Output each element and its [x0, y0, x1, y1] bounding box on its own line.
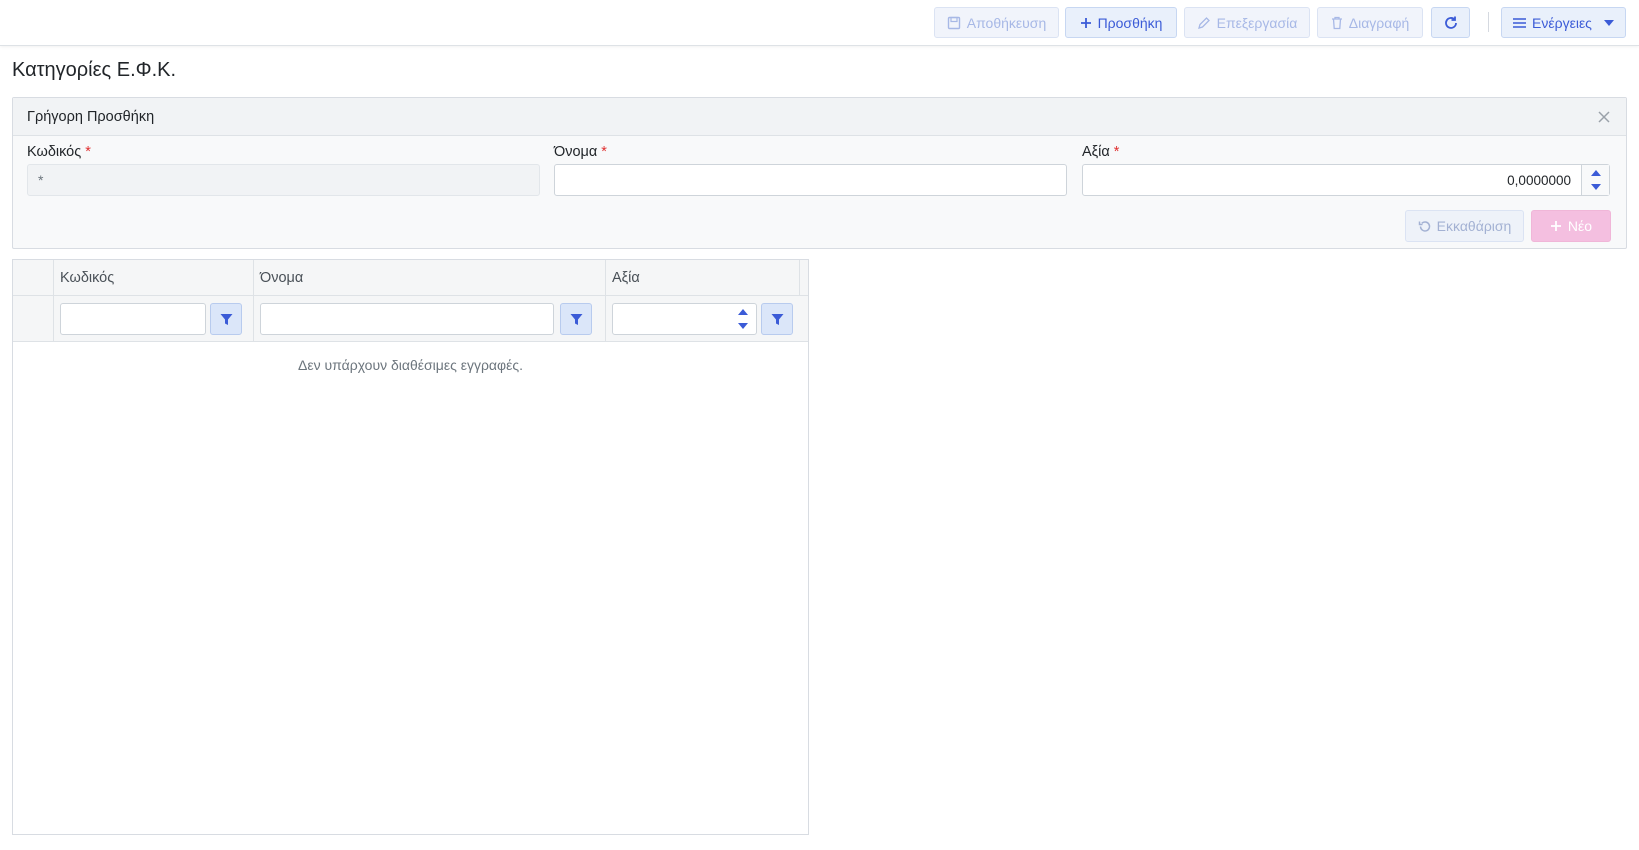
required-mark: * — [85, 144, 91, 160]
edit-label: Επεξεργασία — [1216, 14, 1298, 31]
value-field-label: Αξία * — [1082, 144, 1119, 160]
quick-add-title: Γρήγορη Προσθήκη — [27, 108, 155, 125]
top-toolbar: Αποθήκευση Προσθήκη Επεξεργασία Διαγραφή… — [0, 0, 1639, 46]
edit-button[interactable]: Επεξεργασία — [1184, 7, 1310, 38]
add-label: Προσθήκη — [1097, 14, 1163, 31]
refresh-icon — [1444, 16, 1457, 29]
code-label-text: Κωδικός — [27, 144, 82, 160]
name-filter-button[interactable] — [560, 303, 592, 335]
refresh-button[interactable] — [1431, 7, 1470, 38]
clear-label: Εκκαθάριση — [1436, 218, 1512, 234]
trash-icon — [1331, 16, 1342, 29]
plus-icon — [1550, 221, 1561, 231]
spin-arrows-icon[interactable] — [730, 304, 756, 334]
filter-icon — [771, 313, 783, 325]
undo-icon — [1418, 220, 1430, 232]
filter-icon — [220, 313, 232, 325]
data-grid: Κωδικός Όνομα Αξία Δεν υπάρχουν διαθέσιμ… — [12, 259, 809, 835]
name-field-label: Όνομα * — [554, 144, 607, 160]
quick-add-panel: Γρήγορη Προσθήκη Κωδικός* Όνομα* Αξία* 0… — [12, 97, 1627, 249]
value-filter-stepper[interactable] — [730, 304, 756, 334]
column-divider — [253, 260, 254, 296]
column-divider — [53, 260, 54, 296]
delete-label: Διαγραφή — [1348, 14, 1410, 31]
code-filter-input[interactable] — [60, 303, 206, 335]
actions-menu-button[interactable]: Ενέργειες — [1501, 7, 1626, 38]
required-mark: * — [1113, 144, 1120, 160]
column-header-value[interactable]: Αξία — [612, 270, 640, 286]
plus-icon — [1080, 17, 1091, 28]
toolbar-separator — [1488, 12, 1489, 32]
close-icon[interactable] — [1596, 109, 1612, 125]
add-button[interactable]: Προσθήκη — [1065, 7, 1177, 38]
spin-up-icon[interactable] — [1591, 170, 1601, 176]
code-filter-button[interactable] — [210, 303, 242, 335]
value-filter-button[interactable] — [761, 303, 793, 335]
column-header-code[interactable]: Κωδικός — [60, 270, 114, 286]
column-divider — [53, 296, 54, 342]
value-stepper[interactable] — [1581, 165, 1609, 195]
delete-button[interactable]: Διαγραφή — [1317, 7, 1423, 38]
save-button[interactable]: Αποθήκευση — [934, 7, 1059, 38]
caret-down-icon — [1603, 19, 1614, 26]
spin-down-icon[interactable] — [1591, 184, 1601, 190]
quick-add-header: Γρήγορη Προσθήκη — [13, 98, 1626, 136]
name-filter-input[interactable] — [260, 303, 554, 335]
save-label: Αποθήκευση — [966, 14, 1047, 31]
filter-icon — [570, 313, 582, 325]
column-header-name[interactable]: Όνομα — [260, 270, 303, 286]
name-label-text: Όνομα — [554, 144, 598, 160]
name-input[interactable] — [554, 164, 1067, 196]
new-button[interactable]: Νέο — [1531, 210, 1611, 242]
menu-icon — [1513, 17, 1527, 28]
clear-button[interactable]: Εκκαθάριση — [1405, 210, 1524, 242]
new-label: Νέο — [1567, 218, 1593, 234]
page-title: Κατηγορίες Ε.Φ.Κ. — [12, 59, 177, 81]
value-input[interactable]: 0,0000000 — [1082, 164, 1610, 196]
actions-label: Ενέργειες — [1532, 14, 1592, 31]
column-divider — [253, 296, 254, 342]
grid-filter-row — [13, 296, 808, 342]
code-field-label: Κωδικός * — [27, 144, 91, 160]
grid-header-row: Κωδικός Όνομα Αξία — [13, 260, 808, 296]
column-divider — [605, 260, 606, 296]
empty-grid-message: Δεν υπάρχουν διαθέσιμες εγγραφές. — [298, 357, 523, 373]
value-label-text: Αξία — [1082, 144, 1110, 160]
value-input-text: 0,0000000 — [1507, 173, 1571, 188]
required-mark: * — [601, 144, 607, 160]
code-input[interactable] — [27, 164, 540, 196]
pencil-icon — [1197, 16, 1210, 29]
column-divider — [799, 260, 800, 296]
save-icon — [947, 16, 960, 29]
column-divider — [605, 296, 606, 342]
